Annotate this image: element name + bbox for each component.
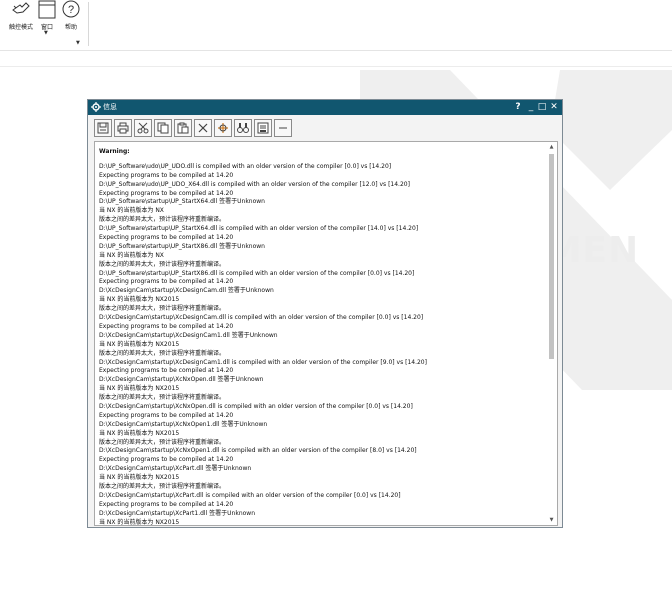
log-line: 当 NX 的当前版本为 NX2015	[99, 385, 180, 393]
log-lines: D:\UP_Software\udo\UP_UDO.dll is compile…	[99, 162, 547, 526]
log-line: 当 NX 的当前版本为 NX2015	[99, 340, 180, 348]
log-line: D:\UP_Software\startup\UP_StartX86.dll 签…	[99, 242, 265, 250]
document-icon	[257, 122, 269, 134]
scroll-down-icon[interactable]: ▼	[548, 517, 555, 523]
minimize-button[interactable]: _	[526, 100, 536, 115]
window-icon	[38, 0, 56, 19]
log-line: Expecting programs to be compiled at 14.…	[99, 456, 234, 464]
help-button[interactable]: ? 帮助	[56, 0, 86, 42]
log-line: D:\UP_Software\startup\UP_StartX64.dll 签…	[99, 198, 265, 206]
cut-button[interactable]	[134, 119, 152, 137]
log-line: Expecting programs to be compiled at 14.…	[99, 322, 234, 330]
log-line: Expecting programs to be compiled at 14.…	[99, 500, 234, 508]
chevron-down-icon[interactable]: ▼	[44, 30, 48, 36]
save-icon	[97, 122, 109, 134]
dialog-title: 信息	[103, 103, 117, 111]
ribbon-border	[0, 50, 672, 51]
log-line: 版本之间的差异太大，预计该程序将重新编译。	[99, 260, 226, 268]
toolbar-border	[0, 66, 672, 67]
minus-button[interactable]	[274, 119, 292, 137]
log-line: D:\UP_Software\startup\UP_StartX64.dll i…	[99, 225, 419, 233]
gear-icon	[91, 102, 101, 112]
log-line: D:\UP_Software\startup\UP_StartX86.dll i…	[99, 269, 415, 277]
log-line: D:\XcDesignCam\startup\XcNxOpen.dll is c…	[99, 402, 413, 410]
binoculars-button[interactable]	[234, 119, 252, 137]
log-line: 当 NX 的当前版本为 NX	[99, 251, 164, 259]
help-icon[interactable]: ?	[513, 100, 523, 115]
log-line: 版本之间的差异太大，预计该程序将重新编译。	[99, 482, 226, 490]
cut-icon	[137, 122, 149, 134]
log-line: 当 NX 的当前版本为 NX	[99, 207, 164, 215]
touch-hand-icon	[12, 2, 30, 14]
dialog-titlebar[interactable]: 信息 ? _ □ ✕	[88, 100, 562, 115]
warning-heading: Warning:	[99, 148, 130, 155]
log-line: 版本之间的差异太大，预计该程序将重新编译。	[99, 438, 226, 446]
minus-icon	[279, 127, 287, 129]
log-line: 版本之间的差异太大，预计该程序将重新编译。	[99, 305, 226, 313]
log-line: D:\UP_Software\udo\UP_UDO.dll is compile…	[99, 162, 392, 170]
info-text-area[interactable]: Warning: D:\UP_Software\udo\UP_UDO.dll i…	[94, 141, 558, 526]
find-button[interactable]	[214, 119, 232, 137]
copy-icon	[157, 122, 169, 134]
ribbon-expand-icon[interactable]: ▼	[76, 40, 80, 46]
ribbon: 触控模式 窗口 ▼ ? 帮助 ▼	[0, 0, 672, 50]
scrollbar-thumb[interactable]	[549, 154, 554, 359]
help-icon: ?	[62, 0, 80, 18]
scroll-up-icon[interactable]: ▲	[548, 144, 555, 150]
log-line: Expecting programs to be compiled at 14.…	[99, 367, 234, 375]
help-label: 帮助	[64, 24, 77, 31]
svg-text:?: ?	[68, 4, 74, 16]
log-text: Warning: D:\UP_Software\udo\UP_UDO.dll i…	[99, 148, 547, 526]
log-line: 当 NX 的当前版本为 NX2015	[99, 296, 180, 304]
find-icon	[218, 123, 228, 133]
log-line: 版本之间的差异太大，预计该程序将重新编译。	[99, 216, 226, 224]
log-line: 当 NX 的当前版本为 NX2015	[99, 518, 180, 526]
binoculars-icon	[237, 123, 249, 133]
ribbon-separator	[88, 2, 89, 46]
log-line: D:\XcDesignCam\startup\XcDesignCam.dll i…	[99, 314, 424, 322]
copy-button[interactable]	[154, 119, 172, 137]
log-line: 版本之间的差异太大，预计该程序将重新编译。	[99, 349, 226, 357]
log-line: Expecting programs to be compiled at 14.…	[99, 234, 234, 242]
log-line: D:\XcDesignCam\startup\XcDesignCam.dll 签…	[99, 287, 274, 295]
log-line: D:\XcDesignCam\startup\XcNxOpen1.dll 签署于…	[99, 420, 268, 428]
paste-button[interactable]	[174, 119, 192, 137]
close-button[interactable]: ✕	[549, 100, 559, 115]
log-line: D:\XcDesignCam\startup\XcDesignCam1.dll …	[99, 331, 278, 339]
log-line: Expecting programs to be compiled at 14.…	[99, 171, 234, 179]
log-line: 当 NX 的当前版本为 NX2015	[99, 429, 180, 437]
paste-icon	[177, 122, 189, 134]
delete-icon	[198, 123, 208, 133]
vertical-scrollbar[interactable]: ▲ ▼	[548, 144, 555, 523]
log-line: 版本之间的差异太大，预计该程序将重新编译。	[99, 394, 226, 402]
info-dialog: 信息 ? _ □ ✕ Warning: D:\UP_Software\udo\U…	[87, 99, 563, 528]
delete-button[interactable]	[194, 119, 212, 137]
log-line: D:\XcDesignCam\startup\XcNxOpen1.dll is …	[99, 447, 417, 455]
log-line: D:\XcDesignCam\startup\XcPart1.dll 签署于Un…	[99, 509, 256, 517]
log-line: D:\XcDesignCam\startup\XcNxOpen.dll 签署于U…	[99, 376, 264, 384]
log-line: D:\XcDesignCam\startup\XcPart.dll 签署于Unk…	[99, 465, 252, 473]
log-line: D:\UP_Software\udo\UP_UDO_X64.dll is com…	[99, 180, 410, 188]
log-line: Expecting programs to be compiled at 14.…	[99, 411, 234, 419]
document-button[interactable]	[254, 119, 272, 137]
print-icon	[117, 122, 129, 134]
save-button[interactable]	[94, 119, 112, 137]
log-line: D:\XcDesignCam\startup\XcPart.dll is com…	[99, 491, 401, 499]
log-line: 当 NX 的当前版本为 NX2015	[99, 474, 180, 482]
log-line: D:\XcDesignCam\startup\XcDesignCam1.dll …	[99, 358, 427, 366]
print-button[interactable]	[114, 119, 132, 137]
maximize-button[interactable]: □	[537, 100, 547, 115]
